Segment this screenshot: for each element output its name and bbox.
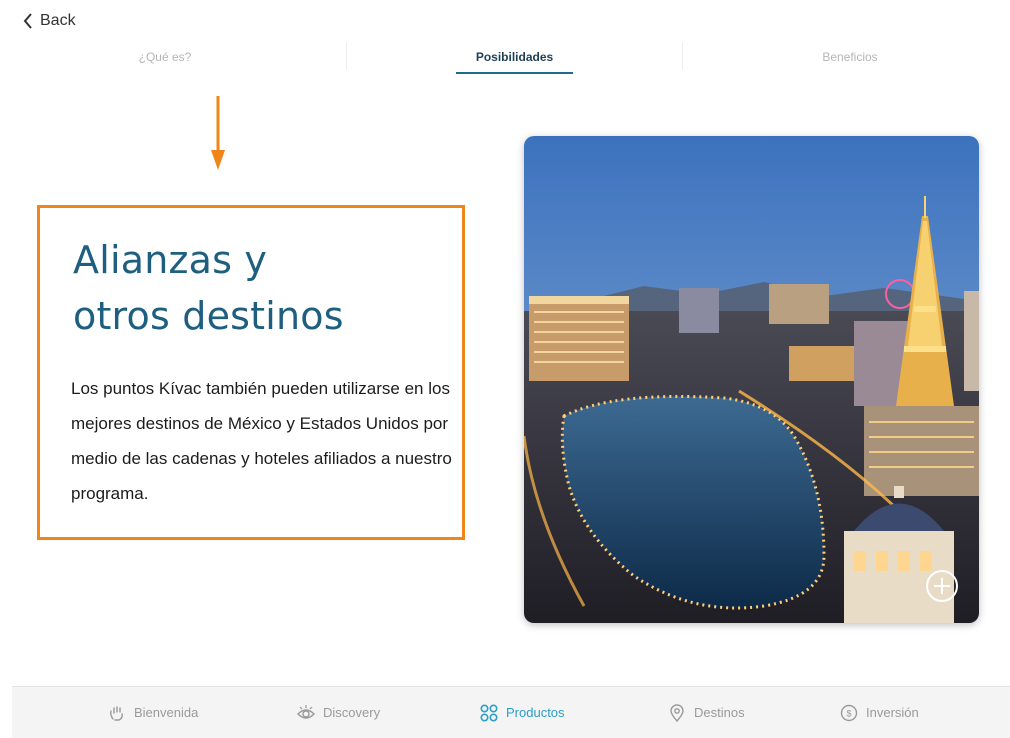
- nav-item-inversion[interactable]: $ Inversión: [840, 687, 919, 738]
- destination-photo[interactable]: [524, 136, 979, 623]
- tab-divider: [346, 42, 347, 70]
- nav-item-discovery[interactable]: Discovery: [297, 687, 380, 738]
- description-text: Los puntos Kívac también pueden utilizar…: [71, 379, 452, 503]
- back-label: Back: [40, 12, 76, 29]
- nav-label: Inversión: [866, 705, 919, 720]
- chevron-left-icon: [23, 13, 32, 29]
- zoom-in-icon[interactable]: [925, 569, 959, 603]
- tab-divider: [682, 42, 683, 70]
- city-night-image: [524, 136, 979, 623]
- nav-item-productos[interactable]: Productos: [480, 687, 565, 738]
- tab-posibilidades[interactable]: Posibilidades: [456, 40, 573, 74]
- nav-label: Bienvenida: [134, 705, 199, 720]
- location-pin-icon: [670, 703, 684, 722]
- nav-item-bienvenida[interactable]: Bienvenida: [108, 687, 198, 738]
- bottom-navigation: Bienvenida Discovery Productos Destinos: [12, 686, 1010, 738]
- tab-que-es[interactable]: ¿Qué es?: [95, 40, 235, 74]
- svg-text:$: $: [846, 708, 851, 718]
- section-tabs: ¿Qué es? Posibilidades Beneficios: [0, 40, 1010, 74]
- headline-line-1: Alianzas y: [73, 238, 268, 282]
- highlighted-content-box: Alianzas y otros destinos Los puntos Kív…: [37, 205, 465, 540]
- nav-label: Productos: [506, 705, 565, 720]
- eye-icon: [297, 704, 315, 719]
- nav-item-destinos[interactable]: Destinos: [668, 687, 745, 738]
- back-button[interactable]: Back: [22, 12, 76, 30]
- tab-beneficios[interactable]: Beneficios: [780, 40, 920, 74]
- annotation-arrow-icon: [211, 96, 225, 170]
- page-title: Alianzas y otros destinos: [73, 232, 344, 344]
- dollar-coin-icon: $: [840, 704, 858, 721]
- grid-rings-icon: [480, 703, 498, 722]
- nav-label: Discovery: [323, 705, 381, 720]
- headline-line-2: otros destinos: [73, 294, 344, 338]
- nav-label: Destinos: [694, 705, 745, 720]
- wave-hand-icon: [110, 705, 123, 721]
